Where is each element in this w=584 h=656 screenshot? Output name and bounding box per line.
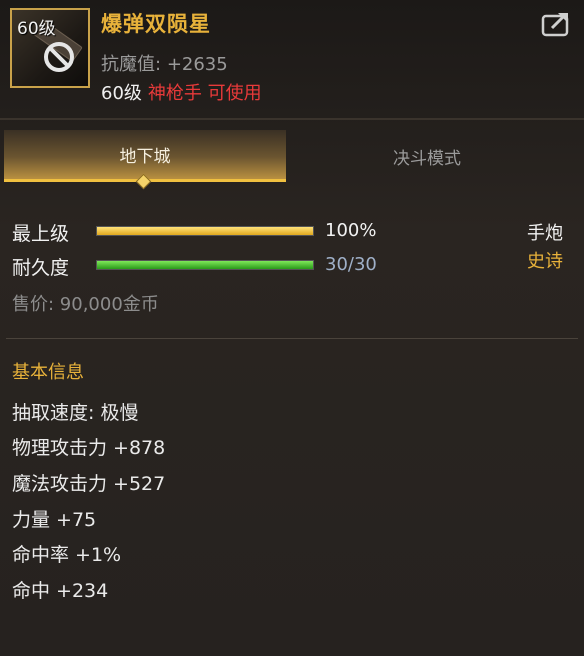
attr-hit: 命中 +234: [12, 580, 109, 602]
weapon-type: 手炮: [527, 223, 563, 244]
grade-label: 最上级: [12, 223, 70, 245]
attr-physical-attack: 物理攻击力 +878: [12, 437, 166, 459]
basic-info-title: 基本信息: [12, 362, 84, 383]
durability-bar: [96, 260, 314, 270]
mode-tabs: 地下城 决斗模式: [4, 130, 580, 190]
item-level-badge: 60级: [17, 19, 56, 39]
item-tooltip: 60级 爆弹双陨星 抗魔值: +2635 60级 神枪手 可使用 地下城 决斗模式…: [0, 0, 584, 656]
attr-magic-attack: 魔法攻击力 +527: [12, 473, 166, 495]
resist-value: +2635: [166, 54, 228, 75]
durability-bar-fill: [97, 261, 313, 269]
resist-stat: 抗魔值: +2635: [101, 50, 228, 76]
grade-value: 100%: [325, 220, 377, 241]
no-entry-icon: [44, 42, 74, 72]
grade-bar: [96, 226, 314, 236]
header-divider: [0, 118, 584, 120]
durability-label: 耐久度: [12, 257, 70, 279]
required-class: 神枪手 可使用: [147, 83, 262, 104]
grade-bar-fill: [97, 227, 313, 235]
item-name: 爆弹双陨星: [101, 12, 211, 36]
attr-draw-speed: 抽取速度: 极慢: [12, 402, 139, 424]
attr-hit-rate: 命中率 +1%: [12, 544, 122, 566]
section-divider: [6, 338, 578, 339]
required-level: 60级: [101, 83, 142, 104]
tab-dungeon[interactable]: 地下城: [4, 130, 286, 182]
attr-strength: 力量 +75: [12, 509, 97, 531]
item-header: 60级 爆弹双陨星 抗魔值: +2635 60级 神枪手 可使用: [0, 0, 584, 118]
rarity: 史诗: [527, 251, 563, 272]
tab-pvp[interactable]: 决斗模式: [286, 130, 568, 182]
durability-value: 30/30: [325, 254, 377, 275]
sell-price: 售价: 90,000金币: [12, 294, 159, 315]
resist-label: 抗魔值:: [101, 54, 162, 75]
share-icon[interactable]: [540, 10, 572, 38]
item-icon: 60级: [10, 8, 90, 88]
requirement: 60级 神枪手 可使用: [101, 79, 262, 105]
